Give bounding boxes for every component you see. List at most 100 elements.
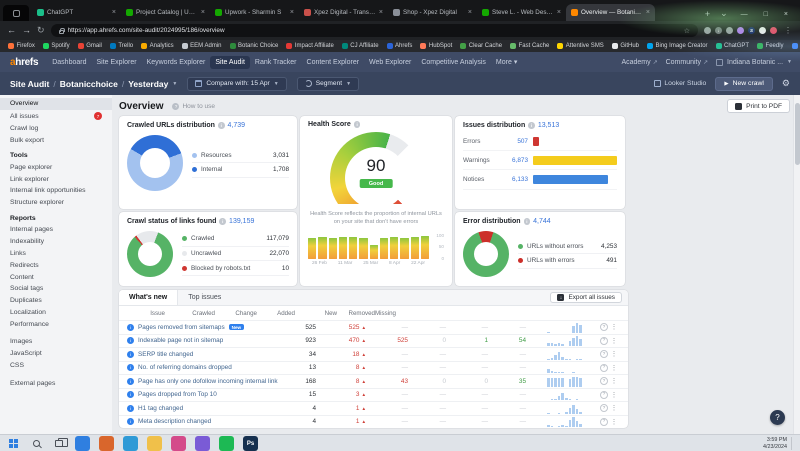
how-to-use-link[interactable]: ? How to use [172, 103, 215, 110]
extension-icon[interactable] [770, 27, 777, 34]
issues-bar-row[interactable]: Notices 6,133 [463, 170, 617, 189]
legend-row[interactable]: URLs with errors 491 [518, 254, 617, 269]
taskbar-app-icon[interactable] [99, 436, 114, 451]
issues-bar-value[interactable]: 507 [502, 138, 528, 145]
issue-row[interactable]: i H1 tag changed 4 1▲ — — — — [119, 401, 628, 415]
issues-bar-value[interactable]: 6,133 [502, 176, 528, 183]
sidebar-entry[interactable]: Tools [0, 146, 112, 161]
legend-row[interactable]: Uncrawled 22,070 [182, 247, 289, 262]
sidebar-entry[interactable]: Duplicates [0, 295, 112, 307]
sidebar-entry[interactable]: Crawl log [0, 123, 112, 135]
sidebar-entry[interactable]: Content [0, 271, 112, 283]
history-bar[interactable] [318, 237, 326, 259]
legend-row[interactable]: URLs without errors 4,253 [518, 239, 617, 254]
bookmark-item[interactable]: Impact Affiliate [286, 43, 333, 49]
browser-tab[interactable]: Shop - Xpez Digital × [388, 4, 477, 21]
forward-icon[interactable]: → [22, 26, 31, 35]
extension-icon[interactable] [704, 27, 711, 34]
url-bar[interactable]: https://app.ahrefs.com/site-audit/202499… [51, 24, 698, 37]
tab-close-icon[interactable]: × [379, 9, 383, 16]
bookmark-item[interactable]: Spotify [43, 43, 70, 49]
bookmark-item[interactable]: Feedly [757, 43, 784, 49]
tab-close-icon[interactable]: × [646, 9, 650, 16]
table-tab[interactable]: Top issues [178, 290, 231, 305]
sidebar-entry[interactable]: Overview [0, 98, 112, 110]
card-total-link[interactable]: 13,513 [538, 122, 559, 129]
url-text[interactable]: https://app.ahrefs.com/site-audit/202499… [68, 27, 680, 34]
issue-row[interactable]: i SERP title changed 34 18▲ — — — — [119, 347, 628, 361]
ahrefs-logo[interactable]: ahrefs [10, 57, 38, 68]
tab-close-icon[interactable]: × [290, 9, 294, 16]
table-tab[interactable]: What's new [119, 290, 178, 305]
bookmark-item[interactable]: ChatGPT [716, 43, 750, 49]
issue-row[interactable]: i Indexable page not in sitemap 923 470▲… [119, 334, 628, 348]
row-menu-icon[interactable]: ⋮ [608, 350, 620, 358]
issues-bar-value[interactable]: 6,873 [502, 157, 528, 164]
issue-name-link[interactable]: Indexable page not in sitemap [138, 337, 223, 344]
crawled-value[interactable]: 168 [278, 378, 316, 385]
card-total-link[interactable]: 139,159 [229, 218, 254, 225]
sidebar-entry[interactable]: Social tags [0, 283, 112, 295]
history-bar[interactable] [421, 236, 429, 259]
crawled-value[interactable]: 525 [278, 324, 316, 331]
history-bar[interactable] [349, 237, 357, 259]
extension-icon[interactable] [737, 27, 744, 34]
browser-tab[interactable]: Overview — Botanicchoice × [566, 4, 655, 21]
tab-close-icon[interactable]: × [557, 9, 561, 16]
nav-item[interactable]: Site Explorer [91, 56, 141, 69]
history-bar[interactable] [308, 238, 316, 259]
sidebar-entry[interactable]: Structure explorer [0, 197, 112, 209]
column-header[interactable]: Removed [337, 310, 375, 317]
history-bar[interactable] [359, 238, 367, 259]
history-bar[interactable] [400, 238, 408, 259]
history-bar[interactable] [339, 237, 347, 259]
sidebar-entry[interactable]: JavaScript [0, 348, 112, 360]
issue-help-icon[interactable]: ? [600, 391, 608, 399]
crawled-value[interactable]: 34 [278, 351, 316, 358]
sidebar-entry[interactable]: All issues 7 [0, 110, 112, 123]
row-menu-icon[interactable]: ⋮ [608, 323, 620, 331]
row-menu-icon[interactable]: ⋮ [608, 364, 620, 372]
issue-row[interactable]: i Meta description changed 4 1▲ — — — — [119, 415, 628, 429]
issue-help-icon[interactable]: ? [600, 377, 608, 385]
reload-icon[interactable]: ↻ [37, 26, 45, 35]
taskbar-app-icon[interactable] [171, 436, 186, 451]
tab-list-chevron-icon[interactable]: ⌄ [715, 8, 733, 21]
issue-name-link[interactable]: Page has only one dofollow incoming inte… [138, 378, 278, 385]
breadcrumb-project[interactable]: Botanicchoice [60, 79, 118, 89]
issue-info-icon[interactable]: i [127, 378, 134, 385]
print-to-pdf-button[interactable]: Print to PDF [727, 99, 790, 113]
column-header[interactable]: Missing [375, 310, 396, 317]
issue-help-icon[interactable]: ? [600, 404, 608, 412]
nav-academy[interactable]: Academy ↗ [621, 59, 657, 66]
nav-item[interactable]: Rank Tracker [250, 56, 302, 69]
crawled-value[interactable]: 15 [278, 391, 316, 398]
bookmark-item[interactable]: Attentive SMS [557, 43, 604, 49]
browser-tab[interactable]: Project Catalog | Upwork × [121, 4, 210, 21]
bookmark-item[interactable]: Gmail [78, 43, 102, 49]
nav-item[interactable]: Content Explorer [302, 56, 365, 69]
history-bar[interactable] [370, 245, 378, 259]
bookmark-item[interactable]: TinyWow [792, 43, 800, 49]
nav-item[interactable]: More ▾ [491, 55, 522, 69]
tab-close-icon[interactable]: × [112, 9, 116, 16]
card-total-link[interactable]: 4,739 [228, 122, 246, 129]
column-header[interactable]: Crawled [165, 310, 215, 317]
browser-tab[interactable]: Upwork - Sharmin S × [210, 4, 299, 21]
task-view-button[interactable] [52, 437, 66, 451]
taskbar-app-icon[interactable] [147, 436, 162, 451]
row-menu-icon[interactable]: ⋮ [608, 404, 620, 412]
crawled-value[interactable]: 4 [278, 405, 316, 412]
issue-name-link[interactable]: Pages dropped from Top 10 [138, 391, 217, 398]
tab-close-icon[interactable]: × [201, 9, 205, 16]
bookmark-item[interactable]: Trello [110, 43, 133, 49]
sidebar-entry[interactable]: Redirects [0, 259, 112, 271]
extension-icon[interactable] [726, 27, 733, 34]
extension-icon[interactable]: ↓ [715, 27, 722, 34]
extension-icon[interactable] [759, 27, 766, 34]
bookmark-item[interactable]: Bing Image Creator [647, 43, 708, 49]
issue-info-icon[interactable]: i [127, 324, 134, 331]
sidebar-entry[interactable]: Indexability [0, 236, 112, 248]
issue-info-icon[interactable]: i [127, 351, 134, 358]
new-tab-button[interactable]: + [700, 9, 715, 21]
